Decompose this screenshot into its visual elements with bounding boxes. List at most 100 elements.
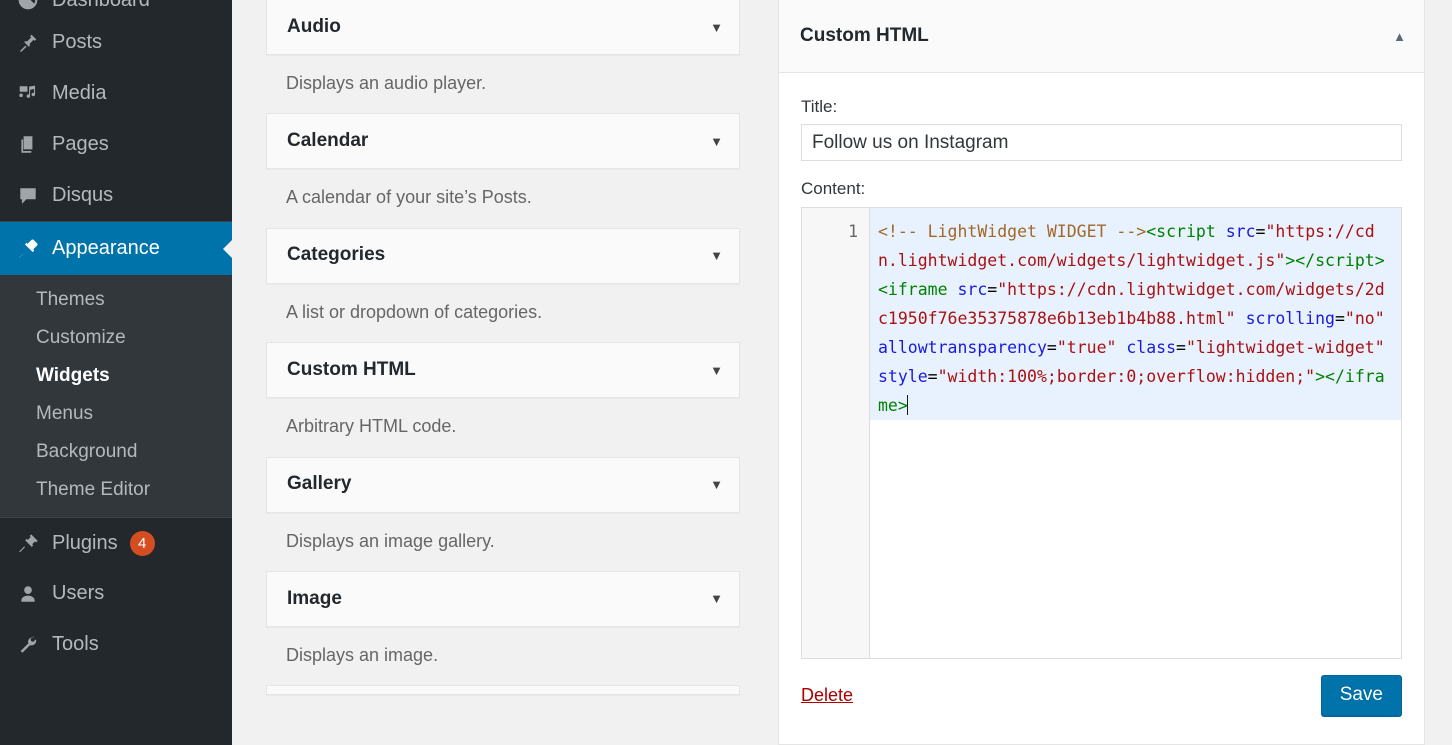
sidebar-item-label: Tools [52,633,99,655]
code-token-plain: = [927,366,938,386]
text-cursor [906,394,908,415]
widget-header[interactable]: Custom HTML ▼ [266,342,740,399]
sidebar-item-media[interactable]: Media [0,68,232,119]
available-widget-image: Image ▼ Displays an image. [266,570,740,685]
wordpress-admin-screen: Dashboard Posts Media Pages Disqus [0,0,1452,745]
widget-title-input[interactable] [801,124,1402,162]
sidebar-item-dashboard[interactable]: Dashboard [0,0,232,17]
html-code-editor[interactable]: 1 <!-- LightWidget WIDGET --><script src… [801,206,1402,659]
sidebar-item-appearance[interactable]: Appearance [0,221,232,275]
widget-header[interactable] [266,685,740,696]
paintbrush-icon [12,237,44,261]
widget-description: Displays an image gallery. [286,530,495,551]
widget-header[interactable]: Calendar ▼ [266,113,740,170]
widget-title: Categories [287,244,386,266]
code-token-attr: class [1126,337,1177,357]
widgets-page-body: Audio ▼ Displays an audio player. Calend… [232,0,1452,745]
sidebar-item-label: Plugins [52,531,118,554]
widget-actions-row: Delete Save [779,659,1424,738]
appearance-submenu: Themes Customize Widgets Menus Backgroun… [0,275,232,517]
wrench-icon [12,633,44,657]
chevron-down-icon[interactable]: ▼ [710,478,723,491]
code-token-tag: <script [1146,221,1216,241]
sidebar-item-tools[interactable]: Tools [0,619,232,670]
code-token-plain: = [987,279,998,299]
submenu-item-widgets[interactable]: Widgets [0,357,232,395]
widget-title: Calendar [287,129,369,151]
admin-sidebar-menu: Dashboard Posts Media Pages Disqus [0,0,232,745]
widget-header[interactable]: Categories ▼ [266,227,740,284]
submenu-item-customize[interactable]: Customize [0,319,232,357]
code-editor-line-numbers: 1 [802,207,870,658]
pin-icon [12,31,44,55]
available-widgets-column: Audio ▼ Displays an audio player. Calend… [232,0,762,745]
available-widget-audio: Audio ▼ Displays an audio player. [266,0,740,113]
chevron-down-icon[interactable]: ▼ [710,249,723,262]
widget-title: Custom HTML [287,358,416,380]
available-widget-custom-html: Custom HTML ▼ Arbitrary HTML code. [266,342,740,456]
sidebar-item-label: Dashboard [52,0,150,12]
code-token-plain: = [1046,337,1057,357]
widget-header[interactable]: Gallery ▼ [266,456,740,513]
code-token-string: "lightwidget-widget" [1185,337,1385,357]
code-editor-content[interactable]: <!-- LightWidget WIDGET --><script src="… [870,207,1401,658]
code-token-string: "true" [1056,337,1117,357]
widget-header[interactable]: Audio ▼ [266,0,740,55]
code-token-tag: <iframe [878,279,948,299]
widget-area-column: Custom HTML ▲ Title: Content: 1 <!-- Lig… [776,0,1452,745]
sidebar-item-plugins[interactable]: Plugins 4 [0,517,232,568]
dashboard-icon [12,0,44,12]
content-field-label: Content: [801,179,866,199]
widget-description: Displays an image. [286,644,439,665]
sidebar-item-label: Appearance [52,237,160,259]
chevron-up-icon[interactable]: ▲ [1393,30,1406,43]
comment-icon [12,184,44,208]
chevron-down-icon[interactable]: ▼ [710,364,723,377]
line-number: 1 [848,221,858,241]
sidebar-item-users[interactable]: Users [0,568,232,619]
chevron-down-icon[interactable]: ▼ [710,21,723,34]
code-active-line: <!-- LightWidget WIDGET --><script src="… [870,207,1401,420]
widget-description: A list or dropdown of categories. [286,301,543,322]
widget-header[interactable]: Image ▼ [266,570,740,627]
sidebar-item-label: Users [52,582,105,604]
submenu-item-menus[interactable]: Menus [0,395,232,433]
sidebar-item-posts[interactable]: Posts [0,17,232,68]
code-token-attr: allowtransparency [878,337,1047,357]
plugins-update-badge: 4 [129,530,155,556]
user-icon [12,582,44,606]
submenu-item-theme-editor[interactable]: Theme Editor [0,471,232,509]
code-token-string: "width:100%;border:0;overflow:hidden;" [937,366,1316,386]
sidebar-item-disqus[interactable]: Disqus [0,170,232,221]
widget-title: Image [287,587,342,609]
code-tokens: <!-- LightWidget WIDGET --><script src="… [878,222,1395,415]
chevron-down-icon[interactable]: ▼ [710,592,723,605]
submenu-item-background[interactable]: Background [0,433,232,471]
save-button[interactable]: Save [1320,674,1402,716]
plug-icon [12,531,44,555]
sidebar-item-label: Posts [52,31,103,53]
code-token-attr: style [878,366,928,386]
code-token-attr: src [1225,221,1256,241]
sidebar-item-label: Pages [52,133,109,155]
pages-icon [12,133,44,157]
custom-html-widget-panel: Custom HTML ▲ Title: Content: 1 <!-- Lig… [778,0,1425,745]
sidebar-item-pages[interactable]: Pages [0,119,232,170]
available-widget-calendar: Calendar ▼ A calendar of your site’s Pos… [266,113,740,227]
code-token-tag: > [1315,366,1326,386]
delete-link[interactable]: Delete [801,685,853,706]
widget-panel-header[interactable]: Custom HTML ▲ [779,0,1424,73]
code-token-attr: src [957,279,988,299]
code-token-plain: = [1255,221,1266,241]
submenu-item-themes[interactable]: Themes [0,281,232,319]
chevron-down-icon[interactable]: ▼ [710,135,723,148]
available-widget-gallery: Gallery ▼ Displays an image gallery. [266,456,740,571]
widget-title: Gallery [287,473,352,495]
code-token-comment: <!-- LightWidget WIDGET --> [878,221,1147,241]
